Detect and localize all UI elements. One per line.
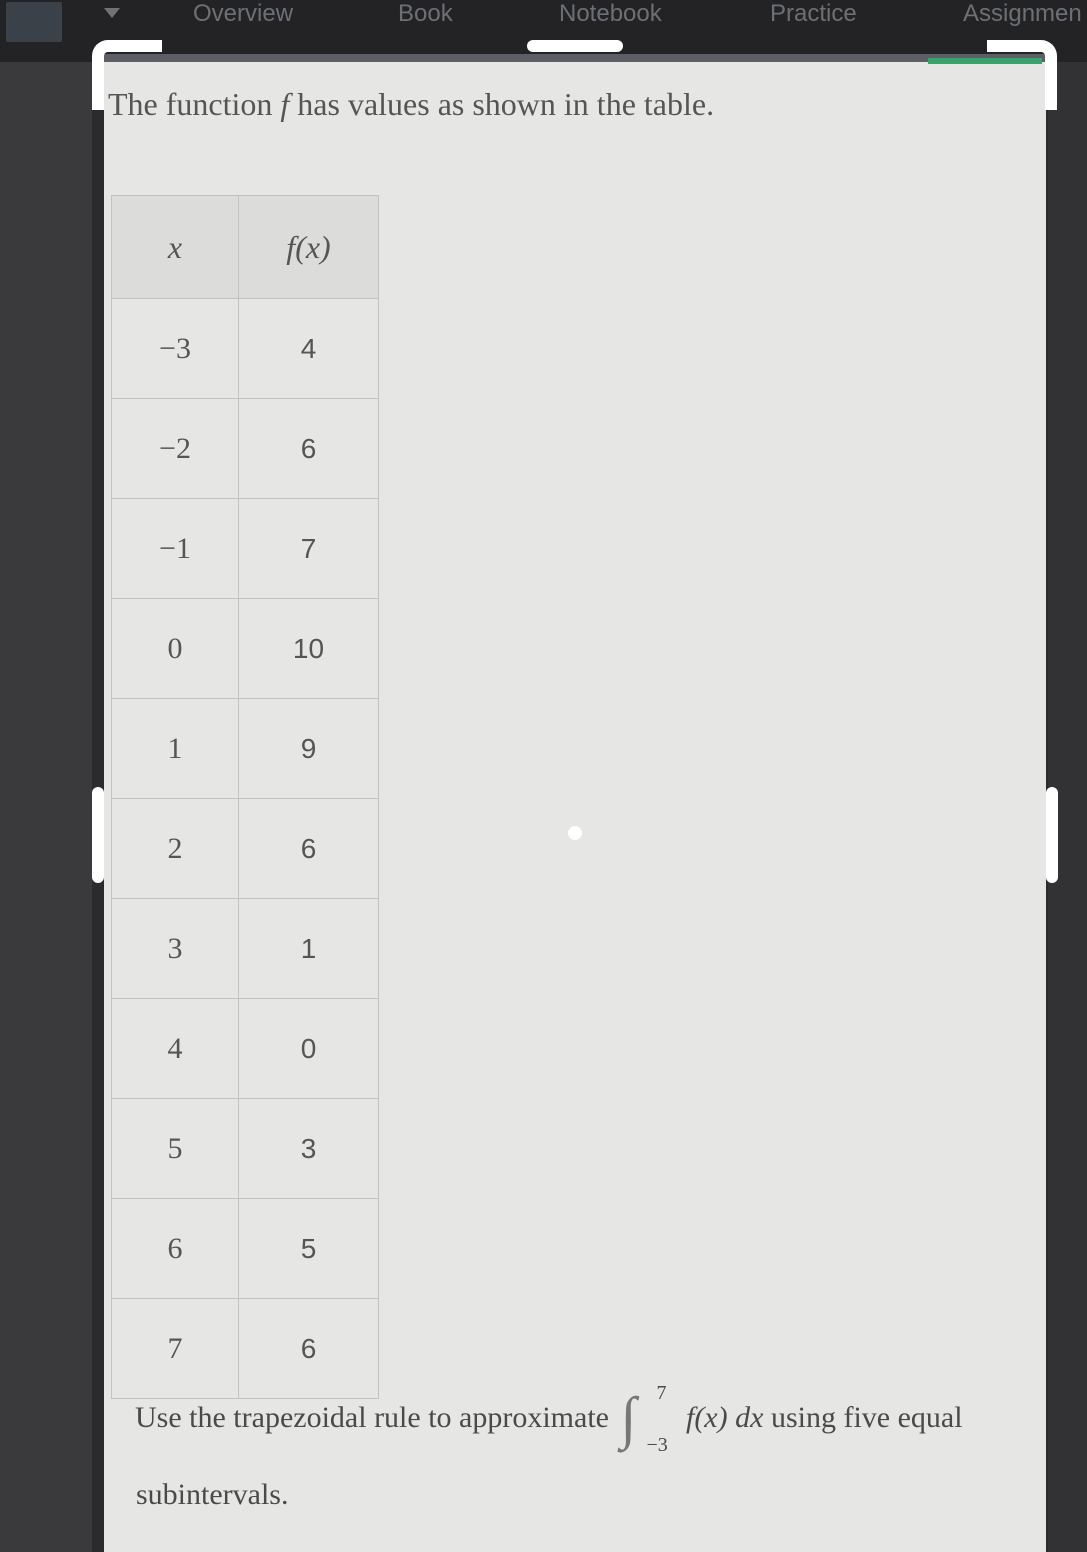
cell-x: −2 [111, 398, 239, 499]
cell-x: −1 [111, 498, 239, 599]
tab-practice[interactable]: Practice [770, 0, 857, 30]
tab-overview[interactable]: Overview [193, 0, 293, 30]
cell-x: 2 [111, 798, 239, 899]
prompt-line-2: subintervals. [136, 1478, 289, 1511]
integrand: f(x) dx [685, 1400, 764, 1434]
cursor-dot [568, 826, 582, 840]
question-text: The function f has values as shown in th… [108, 86, 714, 123]
cell-x: 1 [111, 698, 239, 799]
cell-x: −3 [111, 298, 239, 399]
cell-fx: 5 [238, 1198, 379, 1299]
table-row: 0 10 [111, 598, 379, 699]
tab-notebook[interactable]: Notebook [559, 0, 662, 30]
table-header-row: x f(x) [111, 195, 379, 299]
app-icon[interactable] [6, 2, 62, 42]
prompt-lead: Use the trapezoidal rule to approximate [135, 1400, 609, 1434]
header-x: x [111, 195, 239, 299]
prompt-tail: using five equal [763, 1400, 963, 1434]
cell-fx: 4 [238, 298, 379, 399]
table-row: 65 [111, 1198, 379, 1299]
tab-book[interactable]: Book [398, 0, 453, 30]
integral-sign-icon: ∫ 7 −3 [616, 1382, 678, 1456]
prompt-line-1: Use the trapezoidal rule to approximate … [135, 1382, 963, 1456]
cell-fx: 6 [238, 1298, 379, 1399]
integral-lower-bound: −3 [646, 1434, 668, 1456]
cell-x: 5 [111, 1098, 239, 1199]
cell-x: 0 [111, 598, 239, 699]
cell-fx: 0 [238, 998, 379, 1099]
cell-x: 4 [111, 998, 239, 1099]
cell-fx: 6 [238, 398, 379, 499]
integral-upper-bound: 7 [656, 1382, 667, 1404]
cell-fx: 10 [238, 598, 379, 699]
function-values-table: x f(x) −3 4 −2 6 −1 7 0 10 19 26 31 40 53 65… [111, 195, 379, 1399]
top-navigation-bar: Overview Book Notebook Practice Assignme… [0, 0, 1087, 62]
chevron-down-icon[interactable] [104, 8, 120, 18]
cell-fx: 7 [238, 498, 379, 599]
function-symbol: f [280, 86, 290, 122]
question-suffix: has values as shown in the table. [289, 86, 715, 122]
crop-handle-top[interactable] [527, 40, 623, 52]
table-row: 40 [111, 998, 379, 1099]
cell-fx: 1 [238, 898, 379, 999]
crop-handle-left[interactable] [92, 787, 104, 883]
tab-assignments[interactable]: Assignmen [963, 0, 1082, 30]
cell-x: 3 [111, 898, 239, 999]
left-panel [0, 62, 92, 1552]
cell-fx: 3 [238, 1098, 379, 1199]
integral-symbol: ∫ [620, 1385, 637, 1450]
cell-x: 6 [111, 1198, 239, 1299]
header-fx: f(x) [238, 195, 379, 299]
progress-track [104, 54, 1046, 62]
table-row: 19 [111, 698, 379, 799]
table-row: 31 [111, 898, 379, 999]
cell-fx: 6 [238, 798, 379, 899]
table-row: −2 6 [111, 398, 379, 499]
table-row: 53 [111, 1098, 379, 1199]
question-prefix: The function [108, 86, 281, 122]
crop-handle-top-right[interactable] [987, 40, 1057, 110]
cell-x: 7 [111, 1298, 239, 1399]
table-row: −3 4 [111, 298, 379, 399]
crop-handle-right[interactable] [1046, 787, 1058, 883]
table-row: 26 [111, 798, 379, 899]
cell-fx: 9 [238, 698, 379, 799]
table-row: −1 7 [111, 498, 379, 599]
table-row: 76 [111, 1298, 379, 1399]
